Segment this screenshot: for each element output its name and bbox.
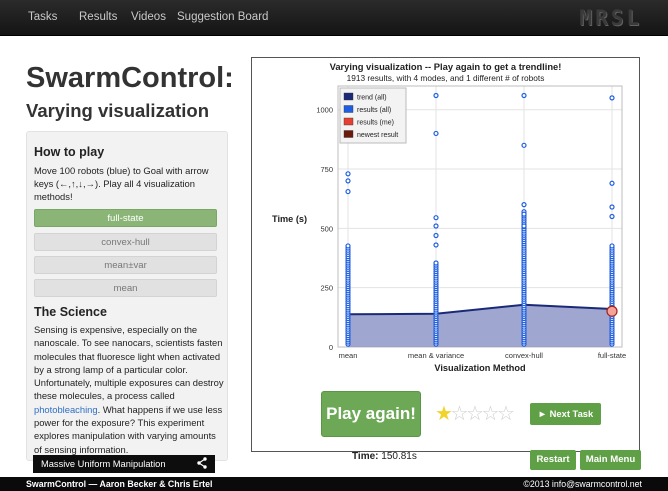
result-point (609, 95, 615, 101)
method-full-state-button[interactable]: full-state (34, 209, 217, 227)
x-axis-label: Visualization Method (434, 363, 525, 373)
x-tick-label: full-state (598, 351, 626, 360)
x-tick-label: mean (339, 351, 358, 360)
info-panel: How to play Move 100 robots (blue) to Go… (26, 131, 228, 461)
y-tick-label: 0 (329, 343, 333, 352)
newest-result-point (606, 305, 618, 317)
result-point (433, 242, 439, 248)
time-label: Time: (352, 451, 379, 462)
star-icon[interactable]: ★ (435, 402, 453, 426)
legend-swatch (343, 117, 354, 126)
legend-swatch (343, 105, 354, 113)
photobleaching-link[interactable]: photobleaching (34, 404, 98, 415)
nav-tasks[interactable]: Tasks (28, 11, 57, 23)
y-tick-label: 1000 (316, 106, 333, 115)
method-mean-button[interactable]: mean (34, 279, 217, 297)
legend-label: results (all) (357, 107, 391, 114)
page-subtitle: Varying visualization (26, 100, 210, 121)
result-point (521, 211, 527, 217)
chart-subtitle: 1913 results, with 4 modes, and 1 differ… (346, 73, 545, 83)
result-point (609, 180, 615, 186)
how-to-play-text: Move 100 robots (blue) to Goal with arro… (34, 165, 209, 202)
science-text-before: Sensing is expensive, especially on the … (34, 324, 224, 402)
y-axis-label: Time (s) (272, 214, 307, 224)
method-convex-hull-button[interactable]: convex-hull (34, 233, 217, 251)
result-point (433, 130, 439, 137)
legend-label: trend (all) (357, 95, 387, 102)
chart-title: Varying visualization -- Play again to g… (329, 61, 562, 72)
result-point (609, 243, 615, 249)
footer-contact[interactable]: ©2013 info@swarmcontrol.net (523, 479, 642, 489)
result-point (433, 92, 439, 99)
star-icon[interactable]: ☆ (451, 402, 469, 426)
result-point (345, 178, 351, 184)
x-tick-label: mean & variance (408, 351, 464, 360)
result-point (345, 188, 351, 195)
restart-button[interactable]: Restart (530, 450, 576, 470)
star-icon[interactable]: ☆ (466, 402, 484, 426)
result-point (609, 204, 615, 210)
result-point (345, 243, 351, 249)
rating-stars[interactable]: ★☆☆☆☆ (435, 402, 515, 426)
star-icon[interactable]: ☆ (497, 402, 515, 426)
time-readout: Time: 150.81s (352, 451, 417, 462)
play-again-button[interactable]: Play again! (321, 391, 421, 437)
nav-videos[interactable]: Videos (131, 11, 166, 23)
legend-swatch (343, 92, 354, 101)
next-task-button[interactable]: ► Next Task (530, 403, 601, 425)
science-text: Sensing is expensive, especially on the … (34, 323, 224, 456)
x-tick-label: convex-hull (505, 351, 543, 360)
legend-label: results (me) (357, 120, 394, 127)
result-point (521, 202, 527, 208)
result-point (433, 232, 439, 239)
nav-suggestion-board[interactable]: Suggestion Board (177, 11, 268, 23)
result-point (521, 142, 527, 148)
result-point (609, 213, 615, 220)
footer: SwarmControl — Aaron Becker & Chris Erte… (0, 477, 668, 491)
result-point (345, 171, 351, 177)
video-bar[interactable]: Massive Uniform Manipulation (33, 455, 215, 473)
legend-label: newest result (357, 132, 398, 139)
how-to-play-heading: How to play (34, 145, 105, 159)
video-title: Massive Uniform Manipulation (41, 459, 166, 469)
result-point (521, 223, 527, 229)
results-chart: 0 250 500 750 1000 mean mean & variance convex-… (251, 57, 640, 452)
top-navbar: Tasks Results Videos Suggestion Board MR… (0, 0, 668, 36)
page-title: SwarmControl: (26, 62, 234, 94)
main-menu-button[interactable]: Main Menu (580, 450, 641, 470)
footer-credits: SwarmControl — Aaron Becker & Chris Erte… (26, 479, 213, 489)
result-point (433, 260, 439, 266)
y-tick-label: 250 (320, 284, 333, 293)
y-tick-label: 500 (320, 224, 333, 233)
result-point (521, 92, 527, 99)
chart-svg: 0 250 500 750 1000 mean mean & variance convex-… (272, 85, 626, 373)
trend-area (348, 304, 612, 347)
method-mean-var-button[interactable]: mean±var (34, 256, 217, 274)
legend-swatch (343, 130, 354, 138)
time-value: 150.81s (381, 451, 417, 462)
star-icon[interactable]: ☆ (482, 402, 500, 426)
result-point (433, 223, 439, 229)
share-icon[interactable] (197, 457, 207, 472)
mrsl-logo[interactable]: MRSL (579, 6, 642, 30)
result-point (433, 215, 439, 221)
y-tick-label: 750 (320, 165, 333, 174)
science-heading: The Science (34, 305, 107, 319)
nav-results[interactable]: Results (79, 11, 117, 23)
